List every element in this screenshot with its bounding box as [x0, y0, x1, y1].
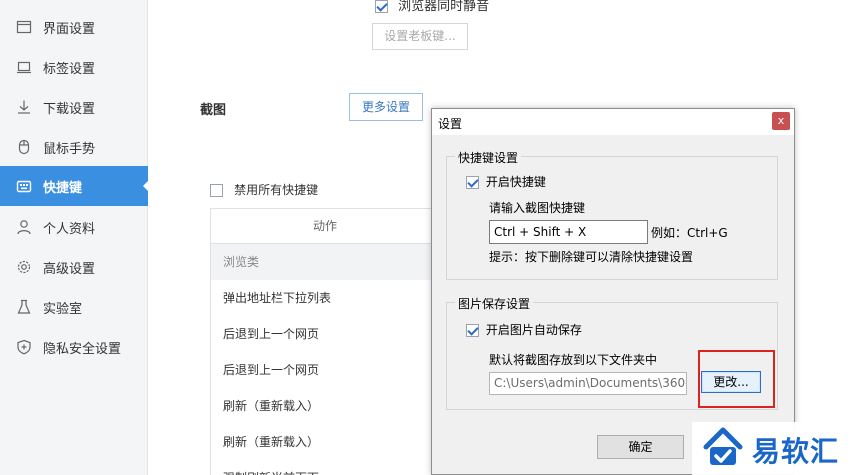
sidebar-item-lab[interactable]: 实验室 — [0, 287, 148, 327]
shield-plus-icon — [16, 339, 32, 355]
sidebar-item-label: 实验室 — [43, 301, 83, 317]
table-row: 浏览类 — [211, 244, 439, 280]
table-row[interactable]: 刷新（重新载入） — [211, 388, 439, 424]
disable-all-label: 禁用所有快捷键 — [234, 183, 319, 197]
browser-mute-option[interactable]: 浏览器同时静音 — [375, 0, 489, 14]
hotkey-input[interactable]: Ctrl + Shift + X — [489, 220, 648, 244]
ok-button[interactable]: 确定 — [597, 435, 684, 459]
user-icon — [16, 219, 32, 235]
sidebar-item-interface[interactable]: 界面设置 — [0, 7, 148, 47]
save-path-input[interactable]: C:\Users\admin\Documents\360截 — [489, 372, 687, 395]
sidebar-item-privacy[interactable]: 隐私安全设置 — [0, 327, 148, 367]
enable-hotkey-label: 开启快捷键 — [485, 175, 546, 189]
watermark: 易软汇 — [692, 422, 863, 475]
table-header-action: 动作 — [211, 209, 439, 244]
disable-all-checkbox[interactable] — [210, 184, 223, 197]
settings-sidebar: 界面设置 标签设置 下载设置 鼠标手势 快捷键 个人资料 高级设置 实验室 隐私… — [0, 0, 149, 475]
enable-hotkey-checkbox[interactable] — [466, 176, 479, 189]
autosave-checkbox[interactable] — [466, 324, 479, 337]
sidebar-item-shortcut[interactable]: 快捷键 — [0, 166, 149, 206]
save-group-legend: 图片保存设置 — [455, 295, 534, 312]
sidebar-item-label: 标签设置 — [43, 61, 96, 77]
sidebar-item-label: 鼠标手势 — [43, 141, 96, 157]
autosave-option[interactable]: 开启图片自动保存 — [466, 321, 582, 338]
close-icon: x — [777, 114, 785, 127]
keyboard-icon — [16, 178, 32, 194]
watermark-text: 易软汇 — [752, 435, 840, 468]
settings-dialog: 设置 x 快捷键设置 开启快捷键 请输入截图快捷键 Ctrl + Shift +… — [431, 108, 795, 475]
sidebar-item-profile[interactable]: 个人资料 — [0, 207, 148, 247]
tab-icon — [16, 59, 32, 75]
shortcut-table: 动作 浏览类 弹出地址栏下拉列表 后退到上一个网页 后退到上一个网页 刷新（重新… — [210, 208, 440, 475]
close-button[interactable]: x — [772, 112, 790, 130]
table-row[interactable]: 后退到上一个网页 — [211, 352, 439, 388]
hotkey-group-legend: 快捷键设置 — [455, 149, 522, 166]
hotkey-hint: 提示：按下删除键可以清除快捷键设置 — [489, 250, 694, 264]
enable-hotkey-option[interactable]: 开启快捷键 — [466, 173, 546, 190]
sidebar-item-advanced[interactable]: 高级设置 — [0, 247, 148, 287]
sidebar-item-tabs[interactable]: 标签设置 — [0, 47, 148, 87]
sidebar-item-label: 个人资料 — [43, 221, 96, 237]
screenshot-section-label: 截图 — [200, 103, 227, 118]
autosave-label: 开启图片自动保存 — [485, 323, 582, 337]
sidebar-item-label: 高级设置 — [43, 261, 96, 277]
highlight-box — [698, 350, 775, 408]
disable-all-shortcuts-option[interactable]: 禁用所有快捷键 — [210, 181, 318, 198]
browser-mute-label: 浏览器同时静音 — [398, 0, 490, 14]
sidebar-item-label: 下载设置 — [43, 101, 96, 117]
dialog-title: 设置 — [438, 117, 463, 131]
gear-icon — [16, 259, 32, 275]
sidebar-item-label: 界面设置 — [43, 21, 96, 37]
more-settings-button[interactable]: 更多设置 — [349, 93, 423, 121]
download-icon — [16, 99, 32, 115]
boss-key-button[interactable]: 设置老板键... — [372, 23, 468, 50]
flask-icon — [16, 299, 32, 315]
sidebar-item-label: 快捷键 — [43, 180, 83, 196]
sidebar-item-label: 隐私安全设置 — [43, 341, 122, 357]
table-row[interactable]: 弹出地址栏下拉列表 — [211, 280, 439, 316]
window-icon — [16, 19, 32, 35]
watermark-logo-icon — [703, 427, 743, 465]
hotkey-example: 例如：Ctrl+G — [651, 226, 728, 240]
sidebar-item-download[interactable]: 下载设置 — [0, 87, 148, 127]
table-row[interactable]: 后退到上一个网页 — [211, 316, 439, 352]
table-row[interactable]: 强制刷新当前页面 — [211, 460, 439, 475]
browser-mute-checkbox[interactable] — [375, 0, 388, 13]
mouse-icon — [16, 139, 32, 155]
table-row[interactable]: 刷新（重新载入） — [211, 424, 439, 460]
hotkey-prompt: 请输入截图快捷键 — [489, 201, 586, 215]
dialog-titlebar[interactable]: 设置 x — [432, 109, 794, 135]
sidebar-item-mouse-gesture[interactable]: 鼠标手势 — [0, 127, 148, 167]
folder-prompt: 默认将截图存放到以下文件夹中 — [489, 353, 658, 367]
